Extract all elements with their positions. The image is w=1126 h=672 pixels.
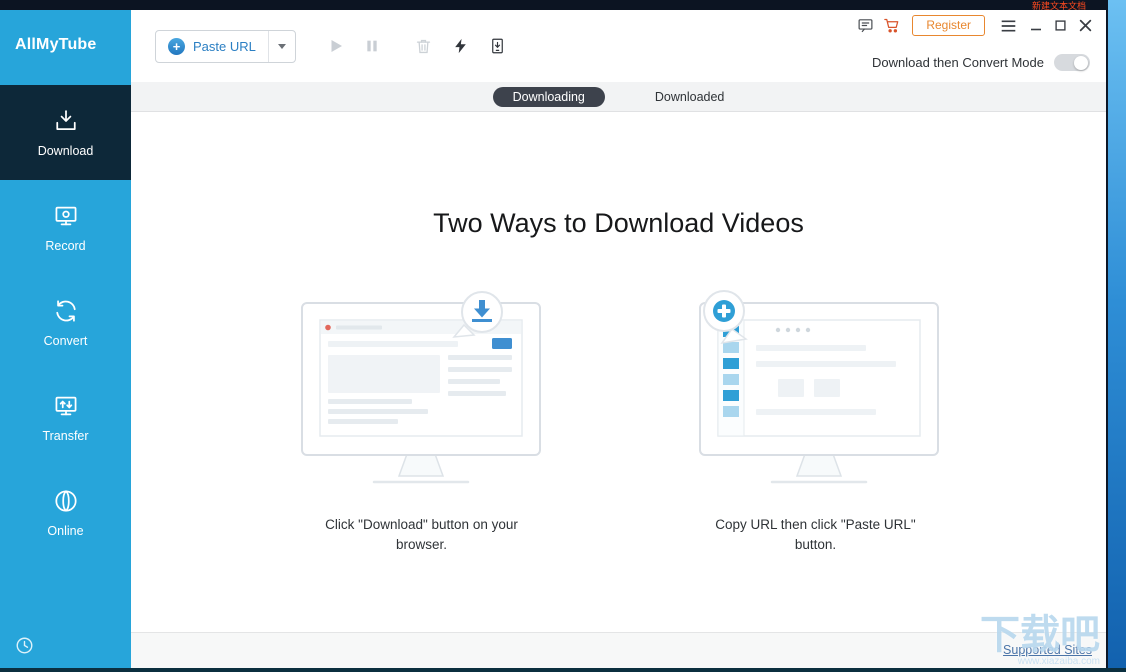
tab-downloaded[interactable]: Downloaded xyxy=(635,87,745,107)
convert-icon xyxy=(52,297,80,325)
lightning-icon xyxy=(455,38,466,54)
sidebar-item-record[interactable]: Record xyxy=(0,180,131,275)
tab-downloading[interactable]: Downloading xyxy=(492,86,605,107)
history-button[interactable] xyxy=(14,635,35,659)
supported-sites-link[interactable]: Supported Sites xyxy=(1003,643,1092,657)
sidebar-nav: Download Record Convert Transfer Online xyxy=(0,85,131,560)
desktop-background-right xyxy=(1108,0,1126,672)
download-illustration: Click "Download" button on your browser. xyxy=(296,289,548,554)
main-area: + Paste URL Register Download then Conve… xyxy=(131,10,1106,668)
paste-url-dropdown-button[interactable] xyxy=(267,31,295,62)
illustrations-row: Click "Download" button on your browser. xyxy=(131,289,1106,554)
close-icon xyxy=(1079,19,1092,32)
start-button[interactable] xyxy=(327,37,345,55)
message-icon xyxy=(858,19,873,33)
trash-icon xyxy=(416,39,431,53)
sidebar-item-label: Download xyxy=(37,144,94,158)
sidebar-item-online[interactable]: Online xyxy=(0,465,131,560)
high-speed-button[interactable] xyxy=(452,36,469,56)
convert-mode-row: Download then Convert Mode xyxy=(872,54,1090,71)
titlebar-controls: Register xyxy=(857,15,1092,36)
sidebar: AllMyTube Download Record Convert Transf… xyxy=(0,10,131,668)
pause-icon xyxy=(367,40,377,52)
paste-url-illustration: Copy URL then click "Paste URL" button. xyxy=(690,289,942,554)
sidebar-item-download[interactable]: Download xyxy=(0,85,131,180)
download-monitor-illustration xyxy=(300,291,541,484)
maximize-button[interactable] xyxy=(1055,20,1066,31)
toggle-knob xyxy=(1074,55,1088,70)
minimize-button[interactable] xyxy=(1030,20,1042,32)
sidebar-item-label: Online xyxy=(47,524,84,538)
app-logo: AllMyTube xyxy=(15,36,97,53)
menu-button[interactable] xyxy=(1000,19,1017,33)
record-icon xyxy=(52,202,80,230)
page-title: Two Ways to Download Videos xyxy=(433,208,804,238)
plus-icon: + xyxy=(168,38,185,55)
close-button[interactable] xyxy=(1079,19,1092,32)
hamburger-icon xyxy=(1001,19,1016,32)
register-button[interactable]: Register xyxy=(912,15,985,36)
cart-icon xyxy=(884,18,899,33)
sidebar-item-label: Convert xyxy=(43,334,88,348)
delete-button[interactable] xyxy=(414,37,433,56)
paste-url-caption: Copy URL then click "Paste URL" button. xyxy=(715,517,916,552)
paste-url-button[interactable]: + Paste URL xyxy=(156,31,268,62)
app-window: AllMyTube Download Record Convert Transf… xyxy=(0,10,1107,668)
chevron-down-icon xyxy=(277,44,286,49)
paste-url-group: + Paste URL xyxy=(155,30,296,63)
convert-mode-label: Download then Convert Mode xyxy=(872,55,1044,70)
save-to-device-icon xyxy=(492,38,503,54)
sidebar-item-convert[interactable]: Convert xyxy=(0,275,131,370)
feedback-button[interactable] xyxy=(857,16,874,35)
sidebar-item-transfer[interactable]: Transfer xyxy=(0,370,131,465)
sidebar-item-label: Transfer xyxy=(42,429,89,443)
paste-url-label: Paste URL xyxy=(193,39,256,54)
pause-button[interactable] xyxy=(364,37,380,55)
download-caption: Click "Download" button on your browser. xyxy=(325,517,518,552)
transfer-icon xyxy=(52,392,80,420)
minimize-icon xyxy=(1031,28,1041,30)
play-icon xyxy=(331,40,342,52)
content-area: Two Ways to Download Videos Click "Downl… xyxy=(131,112,1106,632)
toolbar: + Paste URL Register Download then Conve… xyxy=(131,10,1106,82)
tab-bar: Downloading Downloaded xyxy=(131,82,1106,112)
history-icon xyxy=(14,635,35,659)
desktop-background-top: 新建文本文档 xyxy=(0,0,1126,11)
sidebar-item-label: Record xyxy=(45,239,86,253)
online-icon xyxy=(52,487,80,515)
cart-button[interactable] xyxy=(883,16,901,35)
paste-url-monitor-illustration xyxy=(698,290,939,484)
save-to-device-button[interactable] xyxy=(488,36,507,56)
footer: Supported Sites xyxy=(131,632,1106,668)
convert-mode-toggle[interactable] xyxy=(1054,54,1090,71)
maximize-icon xyxy=(1055,20,1066,31)
toolbar-actions xyxy=(327,36,507,56)
desktop-background-bottom xyxy=(0,668,1126,672)
download-icon xyxy=(52,107,80,135)
